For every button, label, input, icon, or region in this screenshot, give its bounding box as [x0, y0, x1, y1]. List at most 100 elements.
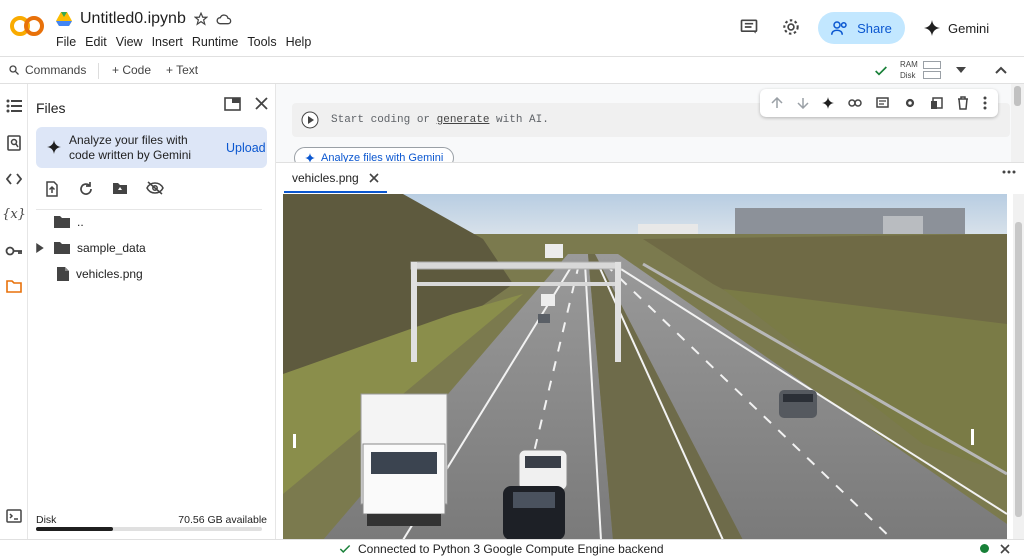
gemini-label: Gemini: [948, 20, 990, 36]
notebook-area: Start coding or generate with AI. Analyz…: [276, 84, 1024, 162]
open-in-tab-icon[interactable]: [224, 97, 241, 111]
folder-icon: [53, 241, 71, 255]
move-up-icon[interactable]: [771, 97, 783, 109]
disk-usage-bar: [36, 527, 262, 531]
close-icon[interactable]: [1000, 544, 1010, 554]
disk-usage-fill: [36, 527, 113, 531]
mount-drive-icon[interactable]: [112, 181, 128, 197]
terminal-icon[interactable]: [4, 506, 24, 526]
people-icon: [831, 20, 849, 36]
analyze-chip-label: Analyze files with Gemini: [321, 152, 444, 162]
find-replace-icon[interactable]: [4, 133, 24, 153]
placeholder-text: Start coding or: [331, 114, 437, 126]
upload-file-icon[interactable]: [44, 181, 60, 197]
menu-view[interactable]: View: [116, 35, 149, 49]
resources-indicator[interactable]: RAM Disk: [900, 59, 918, 81]
cloud-sync-icon[interactable]: [216, 12, 232, 26]
star-icon[interactable]: [193, 12, 208, 26]
cell-toolbar: [760, 89, 998, 117]
disk-available: 70.56 GB available: [178, 514, 267, 526]
tree-item-label: ..: [77, 215, 84, 229]
search-icon: [8, 64, 20, 76]
commands-label: Commands: [25, 63, 87, 77]
placeholder-text: with AI.: [489, 114, 549, 126]
refresh-icon[interactable]: [78, 181, 94, 197]
secrets-key-icon[interactable]: [4, 241, 24, 261]
menu-edit[interactable]: Edit: [85, 35, 113, 49]
tree-item-parent[interactable]: ..: [53, 212, 84, 232]
code-snippets-icon[interactable]: [4, 169, 24, 189]
settings-gear-icon[interactable]: [903, 96, 917, 110]
menu-tools[interactable]: Tools: [247, 35, 282, 49]
commands-button[interactable]: Commands: [8, 63, 86, 77]
share-label: Share: [857, 20, 892, 36]
generate-link[interactable]: generate: [437, 114, 490, 126]
move-down-icon[interactable]: [797, 97, 809, 109]
promo-text: Analyze your files with code written by …: [69, 133, 192, 162]
file-icon: [56, 266, 70, 282]
variables-icon[interactable]: {x}: [2, 204, 26, 224]
chevron-down-icon[interactable]: [956, 66, 966, 74]
delete-icon[interactable]: [957, 96, 969, 110]
run-cell-button[interactable]: [301, 111, 319, 129]
add-text-button[interactable]: + Text: [166, 63, 198, 77]
disk-indicator-label: Disk: [900, 71, 916, 80]
close-panel-icon[interactable]: [255, 97, 268, 110]
viewer-scrollbar[interactable]: [1013, 194, 1024, 540]
tree-item-label: vehicles.png: [76, 267, 143, 281]
app-header: Untitled0.ipynb File Edit View Insert Ru…: [0, 0, 1024, 56]
analyze-files-chip[interactable]: Analyze files with Gemini: [294, 147, 455, 162]
image-viewer: vehicles.png: [276, 162, 1024, 540]
gemini-button[interactable]: Gemini: [924, 12, 989, 44]
comment-icon[interactable]: [876, 96, 889, 110]
vehicles-image: [283, 194, 1007, 540]
comments-icon[interactable]: [739, 17, 759, 37]
menu-runtime[interactable]: Runtime: [192, 35, 245, 49]
colab-logo-icon[interactable]: [10, 12, 44, 40]
disk-label: Disk: [36, 514, 57, 526]
add-code-button[interactable]: + Code: [112, 63, 151, 77]
files-panel-title: Files: [36, 100, 66, 116]
gemini-spark-icon: [924, 20, 940, 36]
tab-label: vehicles.png: [292, 171, 359, 185]
notebook-toolbar: Commands + Code + Text RAM Disk: [0, 56, 1024, 84]
folder-up-icon: [53, 215, 71, 229]
status-bar: Connected to Python 3 Google Compute Eng…: [0, 539, 1024, 557]
tree-item-sample-data[interactable]: sample_data: [36, 238, 146, 258]
gemini-analyze-promo: Analyze your files with code written by …: [36, 127, 267, 168]
gemini-spark-icon: [47, 140, 61, 154]
status-dot-icon: [980, 544, 989, 553]
mirror-cell-icon[interactable]: [930, 96, 944, 110]
hide-files-icon[interactable]: [146, 181, 164, 197]
ram-meter: [923, 61, 941, 69]
share-button[interactable]: Share: [818, 12, 905, 44]
gemini-spark-icon[interactable]: [822, 97, 835, 109]
notebook-title[interactable]: Untitled0.ipynb: [80, 10, 186, 28]
caret-right-icon[interactable]: [36, 243, 50, 253]
drive-icon: [56, 12, 72, 26]
more-horiz-icon[interactable]: [1002, 170, 1016, 174]
promo-upload-button[interactable]: Upload: [226, 141, 266, 155]
menu-help[interactable]: Help: [286, 35, 318, 49]
link-icon[interactable]: [848, 98, 862, 108]
table-of-contents-icon[interactable]: [4, 96, 24, 116]
close-tab-icon[interactable]: [369, 173, 379, 183]
status-text: Connected to Python 3 Google Compute Eng…: [358, 542, 664, 556]
folder-icon[interactable]: [4, 276, 24, 296]
settings-gear-icon[interactable]: [781, 17, 801, 37]
more-vert-icon[interactable]: [983, 96, 987, 110]
notebook-scrollbar[interactable]: [1011, 84, 1024, 162]
disk-meter: [923, 71, 941, 79]
menu-file[interactable]: File: [56, 35, 82, 49]
menu-insert[interactable]: Insert: [152, 35, 189, 49]
tab-vehicles-png[interactable]: vehicles.png: [284, 165, 387, 193]
tree-item-vehicles-png[interactable]: vehicles.png: [56, 264, 143, 284]
connected-check-icon: [873, 63, 889, 79]
connected-check-icon: [338, 542, 352, 556]
files-panel: Files Analyze your files with code writt…: [28, 84, 276, 539]
chevron-up-icon[interactable]: [995, 65, 1007, 75]
ram-label: RAM: [900, 60, 918, 69]
side-rail: {x}: [0, 84, 28, 539]
tree-item-label: sample_data: [77, 241, 146, 255]
cell-placeholder[interactable]: Start coding or generate with AI.: [331, 114, 549, 126]
